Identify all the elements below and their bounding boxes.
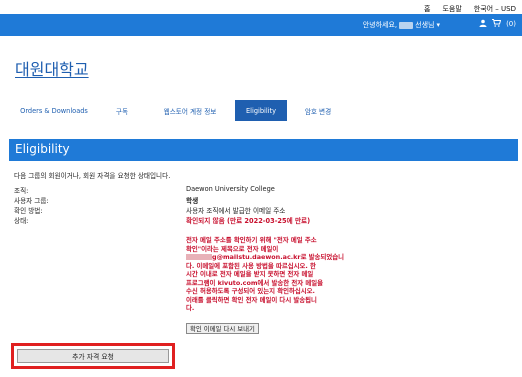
language-currency-link[interactable]: 한국어 – USD xyxy=(474,4,516,14)
home-link[interactable]: 홈 xyxy=(424,4,430,14)
warning-line: 시간 이내로 전자 메일을 받지 못하면 전자 메일 xyxy=(186,270,314,278)
tab-orders-downloads[interactable]: Orders & Downloads xyxy=(9,100,99,121)
page-title: Eligibility xyxy=(15,142,70,156)
org-label: 조직: xyxy=(14,187,29,195)
nav-icons: (0) xyxy=(479,19,516,29)
intro-text: 다음 그룹의 회원이거나, 회원 자격을 요청한 상태입니다. xyxy=(14,172,171,180)
school-name-link[interactable]: 대원대학교 xyxy=(15,56,89,80)
resend-verification-button[interactable]: 확인 이메일 다시 보내기 xyxy=(186,323,259,334)
warning-line: 수신 허용하도록 구성되어 있는지 확인하십시오. xyxy=(186,287,315,295)
redacted-email xyxy=(186,254,212,260)
user-greeting[interactable]: 안녕하세요, 선생님 ▾ xyxy=(363,20,440,30)
top-links: 홈 도움말 한국어 – USD xyxy=(424,4,516,14)
group-label: 사용자 그룹: xyxy=(14,197,49,205)
top-bar: 홈 도움말 한국어 – USD 안녕하세요, 선생님 ▾ (0) xyxy=(0,0,522,42)
user-icon[interactable] xyxy=(479,19,487,29)
method-label: 확인 방법: xyxy=(14,207,43,215)
cart-count[interactable]: (0) xyxy=(506,20,516,28)
status-label: 상태: xyxy=(14,217,29,225)
section-header: Eligibility xyxy=(9,139,518,161)
cart-icon[interactable] xyxy=(492,19,502,29)
greeting-prefix: 안녕하세요, xyxy=(362,21,398,29)
method-value: 사용자 조직에서 발급한 이메일 주소 xyxy=(186,207,286,215)
org-value: Daewon University College xyxy=(186,185,275,193)
warning-line: 다. 이메일에 포함된 사용 방법을 따르십시오. 한 xyxy=(186,261,316,270)
tab-subscriptions[interactable]: 구독 xyxy=(99,100,145,121)
warning-email-line: g@mailstu.daewon.ac.kr로 발송되었습니 xyxy=(186,253,346,262)
warning-line: 이래를 클릭하면 확인 전자 메일이 다시 발송됩니 xyxy=(186,295,317,304)
group-value: 학생 xyxy=(186,197,199,205)
verification-warning: 전자 메일 주소를 확인하기 위해 "전자 메일 주소 확인"이라는 제목으로 … xyxy=(186,236,346,313)
greeting-suffix: 선생님 xyxy=(415,21,435,29)
tab-eligibility[interactable]: Eligibility xyxy=(235,100,287,121)
warning-line: 전자 메일 주소를 확인하기 위해 "전자 메일 주소 xyxy=(186,236,317,244)
request-eligibility-button[interactable]: 추가 자격 요청 xyxy=(17,349,169,363)
warning-email-text: g@mailstu.daewon.ac.kr로 발송되었습니 xyxy=(212,253,344,261)
warning-line: 프로그램이 kivuto.com에서 발송한 전자 메일을 xyxy=(186,278,323,287)
warning-line: 확인"이라는 제목으로 전자 메일이 xyxy=(186,244,279,253)
help-link[interactable]: 도움말 xyxy=(442,4,461,14)
tab-webstore-account[interactable]: 웹스토어 계정 정보 xyxy=(145,100,235,121)
warning-line: 다. xyxy=(186,304,195,312)
redacted-name xyxy=(399,21,414,29)
account-tabs: Orders & Downloads 구독 웹스토어 계정 정보 Eligibi… xyxy=(9,100,349,121)
chevron-down-icon: ▾ xyxy=(436,21,440,29)
status-value: 확인되지 않음 (만료 2022-03-25에 만료) xyxy=(186,217,311,225)
account-bar xyxy=(0,14,522,36)
tab-change-password[interactable]: 암호 변경 xyxy=(287,100,349,121)
highlight-box: 추가 자격 요청 xyxy=(11,343,175,369)
